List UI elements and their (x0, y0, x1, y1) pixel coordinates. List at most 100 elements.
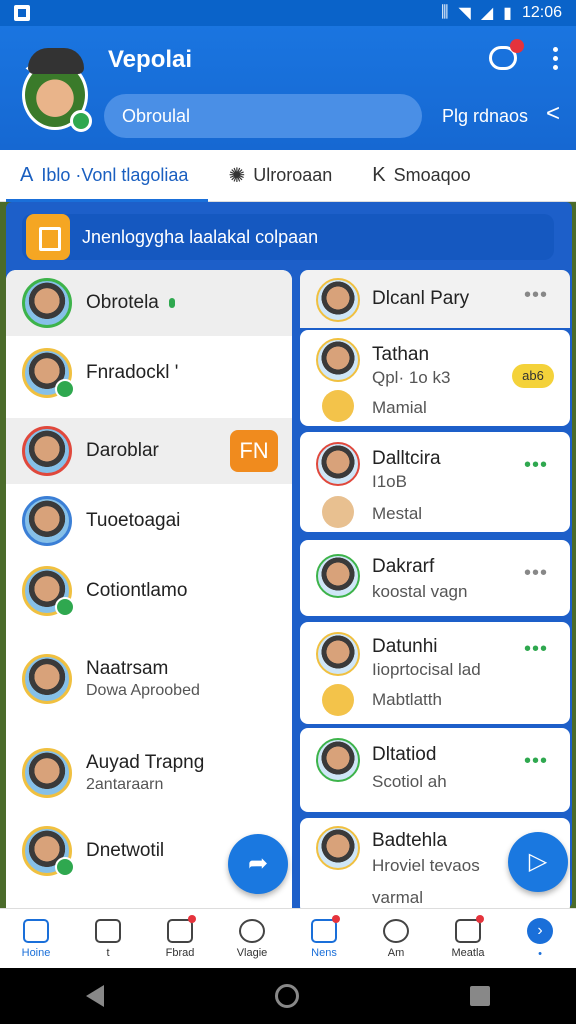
chat-card-subtitle: Iioprtocisal lad (372, 660, 481, 679)
chat-card[interactable]: Dltatiod Scotiol ah ••• (300, 728, 570, 812)
avatar (22, 278, 72, 328)
home-icon (23, 918, 49, 943)
more-dots-icon[interactable]: ••• (524, 284, 548, 307)
chat-notification-icon[interactable] (489, 39, 524, 70)
list-item-name: Daroblar (86, 440, 159, 461)
more-options-icon[interactable] (553, 46, 558, 70)
more-dots-icon[interactable]: ••• (524, 750, 548, 773)
avatar (316, 632, 360, 676)
list-item-name: Fnradockl ' (86, 362, 179, 383)
avatar (22, 826, 75, 877)
system-nav-bar (0, 968, 576, 1024)
wifi-icon: ◥ (458, 5, 471, 22)
nav-forward[interactable]: › • (504, 909, 576, 968)
more-dots-icon[interactable]: ••• (524, 638, 548, 661)
avatar (22, 566, 75, 617)
chat-card-name: Datunhi (372, 636, 438, 657)
notification-dot (510, 39, 524, 53)
nav-label: Vlagie (236, 946, 268, 959)
list-item-name: Tuoetoagai (86, 510, 181, 531)
chat-card-name: Tathan (372, 344, 430, 365)
list-item[interactable]: Obrotela (6, 270, 292, 336)
tab-3-icon: K (372, 164, 386, 186)
nav-label: Hoine (21, 946, 51, 959)
list-item[interactable]: Fnradockl ' (6, 338, 292, 408)
nav-profile[interactable]: Meatla (432, 909, 504, 968)
list-item[interactable]: Tuoetoagai (6, 488, 292, 554)
tab-3-label: Smoaqoo (393, 165, 471, 185)
nav-notifications[interactable]: Nens (288, 909, 360, 968)
announcement-banner[interactable]: Jnenlogygha laalakal colpaan (22, 214, 554, 260)
compose-fab-button[interactable]: ▷ (508, 832, 568, 892)
content-area: Jnenlogygha laalakal colpaan Obrotela Fn… (0, 202, 576, 908)
nav-inbox[interactable]: Fbrad (144, 909, 216, 968)
app-header: ← Vepolai Obroulal Plg rdnaos < (0, 26, 576, 150)
list-item-name: Auyad Trapng (86, 752, 205, 773)
list-item-subtitle: Dowa Aproobed (86, 682, 200, 699)
chat-card-subtitle-2: varmal (372, 888, 424, 907)
profile-avatar[interactable] (18, 48, 92, 136)
chat-card[interactable]: Dalltcira I1oB Mestal ••• (300, 432, 570, 532)
more-dots-icon[interactable]: ••• (524, 562, 548, 585)
forward-icon: › (527, 917, 553, 944)
avatar (316, 826, 360, 870)
bottom-nav: Hoine t Fbrad Vlagie Nens Am Meatla › • (0, 908, 576, 968)
notification-dot (332, 915, 340, 923)
verified-check-icon (55, 857, 75, 877)
chat-card[interactable]: Tathan Qpl· 1o k3 Mamial ab6 (300, 330, 570, 426)
nav-label: • (538, 947, 542, 960)
chat-card[interactable]: Dakrarf koostal vagn ••• (300, 540, 570, 616)
tab-1[interactable]: A Iblo ·Vonl tlagoliaa (0, 150, 209, 202)
tab-3[interactable]: K Smoaqoo (352, 150, 490, 202)
banner-icon (26, 214, 70, 260)
face-icon (383, 918, 409, 943)
tab-2-icon: ✺ (228, 165, 246, 187)
nav-label: Fbrad (165, 946, 195, 959)
chat-card-subtitle: I1oB (372, 472, 407, 491)
nav-home[interactable]: Hoine (0, 909, 72, 968)
system-back-icon[interactable] (85, 985, 104, 1007)
list-item-name: Cotiontlamo (86, 580, 188, 601)
tab-1-label: Iblo ·Vonl tlagoliaa (41, 165, 189, 185)
unread-badge: FN (230, 430, 278, 472)
header-link[interactable]: Plg rdnaos (442, 106, 528, 127)
signal-icon: ◢ (480, 5, 494, 22)
tab-2[interactable]: ✺ Ulroroaan (208, 150, 352, 202)
list-item[interactable]: Daroblar FN (6, 418, 292, 484)
list-item-name: Dnetwotil (86, 840, 165, 861)
notification-dot (188, 915, 196, 923)
chat-card[interactable]: Dlcanl Pary ••• (300, 270, 570, 328)
avatar (316, 442, 360, 486)
tab-1-icon: A (20, 164, 34, 186)
system-home-icon[interactable] (274, 984, 299, 1008)
avatar-hat (28, 48, 84, 74)
share-fab-button[interactable]: ➦ (228, 834, 288, 894)
online-badge-icon (70, 110, 92, 132)
search-input[interactable]: Obroulal (104, 94, 422, 138)
nav-list[interactable]: t (72, 909, 144, 968)
battery-icon: ▮ (503, 5, 512, 22)
list-item[interactable]: Naatrsam Dowa Aproobed (6, 644, 292, 714)
emoji-avatar (322, 390, 354, 422)
nav-settings[interactable]: Vlagie (216, 909, 288, 968)
nav-face[interactable]: Am (360, 909, 432, 968)
avatar (22, 348, 75, 399)
clock: 12:06 (521, 4, 562, 21)
chat-card-subtitle-2: Mestal (372, 504, 423, 523)
tab-bar: A Iblo ·Vonl tlagoliaa ✺ Ulroroaan K Smo… (0, 150, 576, 202)
verified-check-icon (55, 379, 75, 399)
chat-card[interactable]: Datunhi Iioprtocisal lad Mabtlatth ••• (300, 622, 570, 724)
reaction-pill: ab6 (512, 364, 554, 388)
avatar (22, 748, 72, 798)
chat-card-subtitle: Scotiol ah (372, 772, 447, 791)
chat-card-name: Dltatiod (372, 744, 437, 765)
list-item[interactable]: Cotiontlamo (6, 558, 292, 624)
app-status-icon (14, 5, 30, 21)
more-dots-icon[interactable]: ••• (524, 454, 548, 477)
list-item-subtitle: 2antaraarn (86, 776, 164, 793)
chat-card-subtitle-2: Mamial (372, 398, 427, 417)
chat-card-subtitle: koostal vagn (372, 582, 468, 601)
list-item[interactable]: Auyad Trapng 2antaraarn (6, 738, 292, 808)
system-recents-icon[interactable] (470, 986, 491, 1006)
chevron-left-icon[interactable]: < (546, 100, 560, 128)
